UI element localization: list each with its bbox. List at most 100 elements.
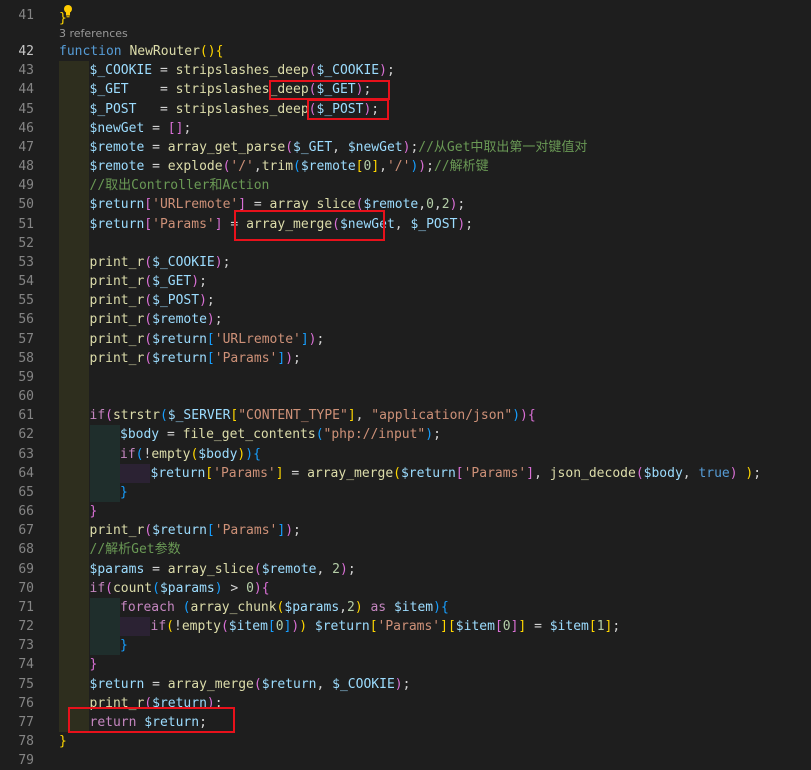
code-token: print_r <box>89 331 145 347</box>
code-token: , <box>332 139 348 155</box>
code-token: ( <box>635 465 644 481</box>
code-text[interactable]: if(!empty($body)){ <box>120 445 261 464</box>
code-line-55[interactable]: 55 print_r($_POST); <box>0 291 811 311</box>
code-text[interactable]: $remote = array_get_parse($_GET, $newGet… <box>90 138 588 157</box>
code-token: print_r <box>89 274 145 290</box>
line-number: 66 <box>18 504 34 520</box>
code-editor[interactable]: } 3 references 41 42 function NewRouter(){… <box>0 0 811 768</box>
code-line-61[interactable]: 61 if(strstr($_SERVER["CONTENT_TYPE"], "a… <box>0 406 811 426</box>
code-text[interactable]: print_r($return['Params']); <box>90 349 301 368</box>
code-line-57[interactable]: 57 print_r($return['URLremote']); <box>0 329 811 349</box>
line-number: 63 <box>18 446 34 462</box>
code-line-62[interactable]: 62 $body = file_get_contents("php://input… <box>0 425 811 445</box>
code-text[interactable]: $params = array_slice($remote, 2); <box>90 560 356 579</box>
code-text[interactable]: //取出Controller和Action <box>90 176 270 195</box>
code-text[interactable]: function NewRouter(){ <box>59 42 223 61</box>
code-token: 2 <box>441 197 450 213</box>
code-token: ) <box>199 293 207 309</box>
code-token: ) <box>245 446 254 462</box>
code-line-52[interactable]: 52 <box>0 233 811 253</box>
code-line-64[interactable]: 64 $return['Params'] = array_merge($retur… <box>0 463 811 483</box>
code-line-71[interactable]: 71 foreach (array_chunk($params,2) as $it… <box>0 597 811 618</box>
code-text[interactable]: print_r($_GET); <box>90 272 207 291</box>
code-token: ) <box>214 254 223 270</box>
code-text[interactable]: } <box>120 483 128 502</box>
code-text[interactable]: $body = file_get_contents("php://input")… <box>120 425 441 444</box>
code-token: ; <box>433 427 441 443</box>
code-text[interactable]: //解析Get参数 <box>90 540 181 559</box>
code-token: ; <box>199 274 207 290</box>
code-line-67[interactable]: 67 print_r($return['Params']); <box>0 521 811 541</box>
code-text[interactable]: print_r($_POST); <box>90 291 215 310</box>
indent-guide <box>59 291 89 311</box>
highlight-return <box>68 707 235 733</box>
code-text[interactable]: $return = array_merge($return, $_COOKIE)… <box>90 675 411 694</box>
code-text[interactable]: if(count($params) > 0){ <box>90 579 270 598</box>
code-text[interactable]: } <box>90 502 98 521</box>
code-token: ; <box>214 312 223 328</box>
code-token: "php://input" <box>323 427 426 443</box>
code-line-68[interactable]: 68 //解析Get参数 <box>0 540 811 560</box>
code-line-49[interactable]: 49 //取出Controller和Action <box>0 176 811 196</box>
code-text[interactable]: $_COOKIE = stripslashes_deep($_COOKIE); <box>90 61 395 80</box>
code-line-75[interactable]: 75 $return = array_merge($return, $_COOKI… <box>0 674 811 694</box>
code-token: ( <box>166 619 174 635</box>
code-text[interactable]: print_r($return['Params']); <box>90 521 301 540</box>
code-token: ! <box>173 619 182 635</box>
code-line-48[interactable]: 48 $remote = explode('/',trim($remote[0],… <box>0 157 811 177</box>
code-line-65[interactable]: 65} <box>0 482 811 503</box>
code-token: $return <box>152 350 207 366</box>
code-token: $_SERVER <box>167 408 231 424</box>
code-token: NewRouter <box>129 44 200 59</box>
code-line-72[interactable]: 72 if(!empty($item[0])) $return['Params']… <box>0 617 811 637</box>
code-line-74[interactable]: 74} <box>0 655 811 675</box>
code-text[interactable]: $return['Params'] = array_merge($return[… <box>151 464 762 483</box>
code-line-70[interactable]: 70 if(count($params) > 0){ <box>0 578 811 598</box>
code-text[interactable]: print_r($return['URLremote']); <box>90 330 325 349</box>
code-line-44[interactable]: 44 $_GET = stripslashes_deep($_GET); <box>0 80 811 100</box>
code-line-63[interactable]: 63 if(!empty($body)){ <box>0 444 811 464</box>
code-text[interactable]: $newGet = []; <box>90 119 192 138</box>
code-line-69[interactable]: 69 $params = array_slice($remote, 2); <box>0 559 811 579</box>
indent-guide <box>59 597 89 618</box>
code-text[interactable]: print_r($_COOKIE); <box>90 253 231 272</box>
code-line-78[interactable]: 78} <box>0 732 811 751</box>
code-text[interactable]: foreach (array_chunk($params,2) as $item… <box>120 598 449 617</box>
code-line-66[interactable]: 66} <box>0 502 811 522</box>
code-line-59[interactable]: 59 <box>0 367 811 388</box>
code-line-60[interactable]: 60 <box>0 387 811 407</box>
code-line-79[interactable]: 79 <box>0 751 811 770</box>
code-line-41[interactable]: 41 <box>0 6 811 25</box>
code-line-47[interactable]: 47 $remote = array_get_parse($_GET, $newG… <box>0 137 811 158</box>
code-token: $_POST <box>152 293 200 309</box>
code-line-54[interactable]: 54 print_r($_GET); <box>0 272 811 292</box>
code-line-45[interactable]: 45 $_POST = stripslashes_deep($_POST); <box>0 99 811 119</box>
code-token: ) <box>520 408 528 424</box>
code-token: ) <box>339 561 348 577</box>
code-line-50[interactable]: 50 $return['URLremote'] = array_slice($re… <box>0 195 811 215</box>
code-text[interactable]: $remote = explode('/',trim($remote[0],'/… <box>90 157 489 176</box>
code-line-56[interactable]: 56 print_r($remote); <box>0 310 811 330</box>
code-token: $body <box>643 465 683 481</box>
code-line-58[interactable]: 58 print_r($return['Params']); <box>0 348 811 368</box>
code-text[interactable]: if(!empty($item[0])) $return['Params'][$… <box>151 617 621 636</box>
indent-guide <box>120 617 150 637</box>
code-text[interactable]: } <box>120 636 128 655</box>
code-line-73[interactable]: 73} <box>0 636 811 656</box>
code-text[interactable]: print_r($remote); <box>90 310 223 329</box>
code-line-53[interactable]: 53 print_r($_COOKIE); <box>0 252 811 273</box>
code-lens-references[interactable]: 3 references <box>59 24 128 43</box>
line-number: 51 <box>18 216 34 232</box>
code-token: , <box>339 599 347 615</box>
code-line-42[interactable]: 42 function NewRouter(){ <box>0 42 811 61</box>
code-line-46[interactable]: 46 $newGet = []; <box>0 118 811 138</box>
code-text[interactable]: } <box>59 732 67 751</box>
code-token: ) <box>206 312 215 328</box>
code-line-51[interactable]: 51 $return['Params'] = array_merge($newGe… <box>0 214 811 234</box>
code-line-43[interactable]: 43 $_COOKIE = stripslashes_deep($_COOKIE)… <box>0 61 811 81</box>
code-token: ; <box>386 63 395 79</box>
code-token: , <box>418 197 427 213</box>
code-text[interactable]: if(strstr($_SERVER["CONTENT_TYPE"], "app… <box>90 406 536 425</box>
code-text[interactable]: } <box>90 655 98 674</box>
code-token: $return <box>400 465 456 481</box>
